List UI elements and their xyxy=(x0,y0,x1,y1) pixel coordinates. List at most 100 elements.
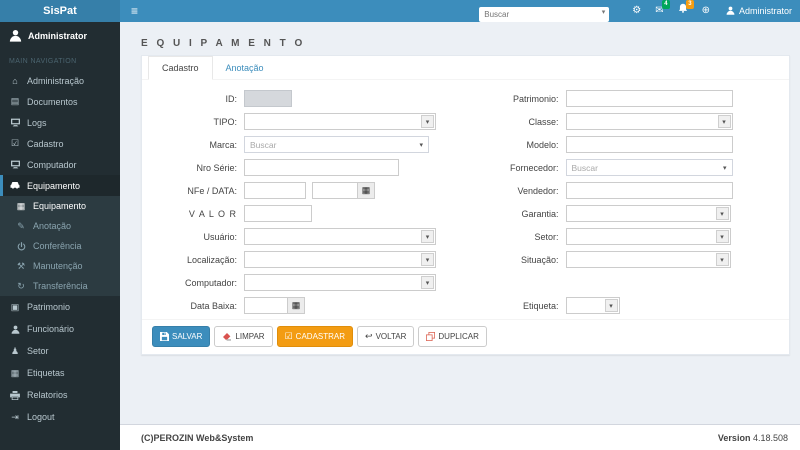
app-window: SisPat ≡ ▾ ⚙ ✉ 4 3 ⊕ Administrator xyxy=(0,0,800,450)
sidebar-item-label: Funcionário xyxy=(27,324,74,334)
submenu-item-label: Equipamento xyxy=(33,201,86,211)
caret-down-icon: ▾ xyxy=(421,253,434,266)
calendar-icon: ▦ xyxy=(292,300,301,311)
tab-anotacao[interactable]: Anotação xyxy=(213,57,277,79)
localizacao-select[interactable]: ▾ xyxy=(244,251,436,268)
form-row: Nro Série: xyxy=(152,156,466,179)
desktop-icon xyxy=(9,160,21,169)
footer-version-label: Version xyxy=(718,433,751,443)
vendedor-field[interactable] xyxy=(566,182,733,199)
submenu-item-label: Manutenção xyxy=(33,261,83,271)
computador-select[interactable]: ▾ xyxy=(244,274,436,291)
etiqueta-select[interactable]: ▾ xyxy=(566,297,620,314)
form-row: TIPO: ▾ xyxy=(152,110,466,133)
nfe-field[interactable] xyxy=(244,182,306,199)
sidebar-item-administracao[interactable]: ⌂ Administração xyxy=(0,70,120,91)
sidebar-item-etiquetas[interactable]: ▦ Etiquetas xyxy=(0,362,120,384)
camera-icon: ▣ xyxy=(9,302,21,313)
sidebar-item-label: Setor xyxy=(27,346,49,356)
fornecedor-combobox[interactable]: Buscar ▾ xyxy=(566,159,733,176)
power-icon xyxy=(15,242,27,251)
duplicar-button[interactable]: DUPLICAR xyxy=(418,326,486,347)
garantia-select[interactable]: ▾ xyxy=(566,205,731,222)
form-row: Situação: ▾ xyxy=(466,248,780,271)
sidebar-toggle-button[interactable]: ≡ xyxy=(120,0,149,22)
calculator-icon: ▦ xyxy=(15,201,27,212)
field-label: Data Baixa: xyxy=(152,301,244,311)
sidebar-item-patrimonio[interactable]: ▣ Patrimonio xyxy=(0,296,120,318)
modelo-field[interactable] xyxy=(566,136,733,153)
cadastrar-button[interactable]: ☑ CADASTRAR xyxy=(277,326,353,347)
sidebar-item-computador[interactable]: Computador xyxy=(0,154,120,175)
nfe-date-calendar-button[interactable]: ▦ xyxy=(358,182,375,199)
top-navbar: SisPat ≡ ▾ ⚙ ✉ 4 3 ⊕ Administrator xyxy=(0,0,800,22)
check-square-icon: ☑ xyxy=(285,331,293,342)
wrench-icon: ⚒ xyxy=(15,261,27,272)
button-label: SALVAR xyxy=(172,332,202,341)
data-baixa-field[interactable] xyxy=(244,297,288,314)
classe-select[interactable]: ▾ xyxy=(566,113,733,130)
situacao-select[interactable]: ▾ xyxy=(566,251,731,268)
footer-version: Version 4.18.508 xyxy=(718,433,788,443)
reply-icon: ↩ xyxy=(365,331,373,342)
sidebar-item-logout[interactable]: ⇥ Logout xyxy=(0,406,120,428)
tipo-select[interactable]: ▾ xyxy=(244,113,436,130)
form-row: Classe: ▾ xyxy=(466,110,780,133)
patrimonio-field[interactable] xyxy=(566,90,733,107)
caret-down-icon: ▾ xyxy=(419,141,423,149)
user-icon xyxy=(726,6,735,17)
valor-field[interactable] xyxy=(244,205,312,222)
nro-serie-field[interactable] xyxy=(244,159,399,176)
search-input[interactable] xyxy=(479,7,609,22)
field-label: Garantia: xyxy=(466,209,566,219)
caret-down-icon: ▾ xyxy=(602,8,606,16)
caret-down-icon: ▾ xyxy=(716,230,729,243)
caret-down-icon: ▾ xyxy=(421,230,434,243)
nfe-date-field[interactable] xyxy=(312,182,358,199)
sidebar-item-equipamento[interactable]: Equipamento xyxy=(0,175,120,196)
brand-logo[interactable]: SisPat xyxy=(0,0,120,22)
sidebar-item-setor[interactable]: ♟ Setor xyxy=(0,340,120,362)
sidebar-user-panel[interactable]: Administrator xyxy=(0,22,120,50)
sidebar-item-relatorios[interactable]: Relatorios xyxy=(0,384,120,406)
tab-bar: Cadastro Anotação xyxy=(142,56,789,80)
messages-button[interactable]: ✉ 4 xyxy=(655,0,663,22)
submenu-item-transferencia[interactable]: ↻ Transferência xyxy=(0,276,120,296)
limpar-button[interactable]: LIMPAR xyxy=(214,326,272,347)
field-label: Classe: xyxy=(466,117,566,127)
barcode-icon: ▦ xyxy=(9,368,21,379)
button-label: DUPLICAR xyxy=(438,332,478,341)
caret-down-icon: ▾ xyxy=(718,115,731,128)
salvar-button[interactable]: SALVAR xyxy=(152,326,210,347)
user-menu[interactable]: Administrator xyxy=(726,6,792,17)
tab-cadastro[interactable]: Cadastro xyxy=(148,56,213,80)
sidebar-item-cadastro[interactable]: ☑ Cadastro xyxy=(0,133,120,154)
form-column-left: ID: TIPO: ▾ Marca: Buscar ▾ xyxy=(152,87,466,317)
sidebar-item-funcionario[interactable]: Funcionário xyxy=(0,318,120,340)
setor-select[interactable]: ▾ xyxy=(566,228,731,245)
data-baixa-calendar-button[interactable]: ▦ xyxy=(288,297,305,314)
save-icon xyxy=(160,332,169,341)
user-icon xyxy=(9,325,21,334)
settings-button[interactable]: ⚙ xyxy=(632,0,641,22)
submenu-item-anotacao[interactable]: ✎ Anotação xyxy=(0,216,120,236)
form-row: Data Baixa: ▦ xyxy=(152,294,466,317)
sidebar-item-label: Equipamento xyxy=(27,181,80,191)
sidebar-item-documentos[interactable]: ▤ Documentos xyxy=(0,91,120,112)
submenu-item-conferencia[interactable]: Conferência xyxy=(0,236,120,256)
main-content: E Q U I P A M E N T O Cadastro Anotação … xyxy=(120,22,800,450)
usuario-select[interactable]: ▾ xyxy=(244,228,436,245)
button-label: VOLTAR xyxy=(376,332,407,341)
form-row: Fornecedor: Buscar ▾ xyxy=(466,156,780,179)
sidebar-item-logs[interactable]: Logs xyxy=(0,112,120,133)
field-label: Fornecedor: xyxy=(466,163,566,173)
submenu-item-equipamento[interactable]: ▦ Equipamento xyxy=(0,196,120,216)
sidebar-item-label: Administração xyxy=(27,76,84,86)
sidebar-item-label: Logout xyxy=(27,412,55,422)
voltar-button[interactable]: ↩ VOLTAR xyxy=(357,326,414,347)
submenu-item-manutencao[interactable]: ⚒ Manutenção xyxy=(0,256,120,276)
marca-combobox[interactable]: Buscar ▾ xyxy=(244,136,429,153)
notifications-button[interactable]: 3 xyxy=(678,0,688,22)
form-box: Cadastro Anotação ID: TIPO: ▾ Marca: xyxy=(141,55,790,355)
expand-button[interactable]: ⊕ xyxy=(702,0,710,22)
